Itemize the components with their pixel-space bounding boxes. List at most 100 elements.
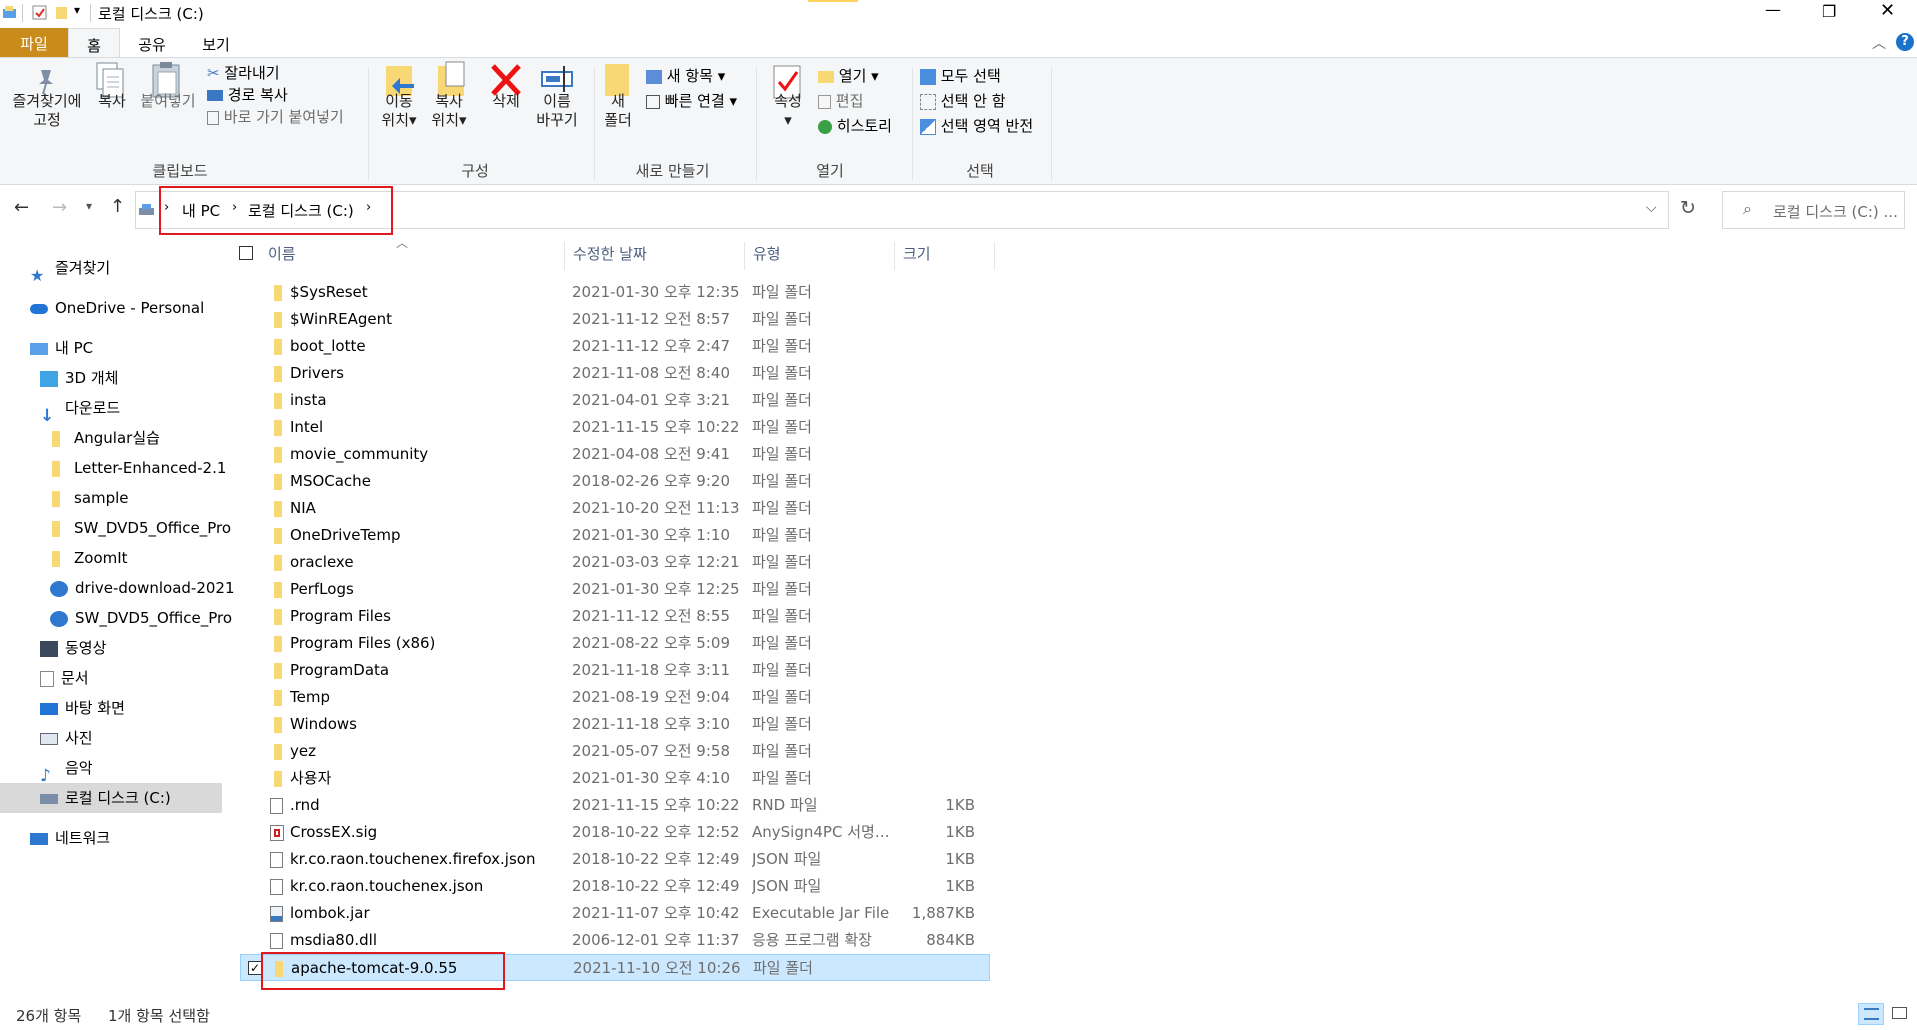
column-header-date[interactable]: 수정한 날짜 <box>565 242 745 270</box>
select-none-button[interactable]: 선택 안 함 <box>920 89 1033 114</box>
document-icon <box>40 670 54 687</box>
table-row[interactable]: kr.co.raon.touchenex.json 2018-10-22 오후 1… <box>240 873 990 900</box>
new-folder-quick-icon[interactable] <box>55 5 69 21</box>
table-row[interactable]: Temp 2021-08-19 오전 9:04 파일 폴더 <box>240 684 990 711</box>
search-input[interactable]: ⌕ 로컬 디스크 (C:) ... <box>1722 191 1905 229</box>
table-row[interactable]: msdia80.dll 2006-12-01 오후 11:37 응용 프로그램 확장… <box>240 927 990 954</box>
nav-item-sw-dvd5-2[interactable]: SW_DVD5_Office_Pro <box>50 603 232 633</box>
row-checkbox[interactable]: ✓ <box>248 961 262 975</box>
back-arrow-icon[interactable]: ← <box>14 197 29 218</box>
nav-item-documents[interactable]: 문서 <box>40 663 89 693</box>
table-row[interactable]: $SysReset 2021-01-30 오후 12:35 파일 폴더 <box>240 279 990 306</box>
history-button[interactable]: 히스토리 <box>818 114 892 139</box>
paste-shortcut-button[interactable]: 바로 가기 붙여넣기 <box>207 106 344 128</box>
table-row[interactable]: Program Files (x86) 2021-08-22 오후 5:09 파일 … <box>240 630 990 657</box>
nav-item-downloads[interactable]: ↓ 다운로드 <box>40 393 120 426</box>
select-all-checkbox[interactable] <box>239 246 253 260</box>
column-header-type[interactable]: 유형 <box>745 242 895 270</box>
new-folder-button[interactable]: 새 폴더 <box>598 92 638 130</box>
minimize-button[interactable]: — <box>1765 0 1781 19</box>
table-row[interactable]: OneDriveTemp 2021-01-30 오후 1:10 파일 폴더 <box>240 522 990 549</box>
copy-to-button[interactable]: 복사 위치▾ <box>426 92 472 130</box>
move-to-button[interactable]: 이동 위치▾ <box>376 92 422 130</box>
download-icon: ↓ <box>40 405 55 426</box>
easy-access-button[interactable]: 빠른 연결 ▾ <box>646 89 737 114</box>
help-icon[interactable]: ? <box>1896 33 1914 51</box>
cut-button[interactable]: ✂ 잘라내기 <box>207 62 344 84</box>
table-row[interactable]: oraclexe 2021-03-03 오후 12:21 파일 폴더 <box>240 549 990 576</box>
address-dropdown-icon[interactable]: ⌵ <box>1646 200 1657 216</box>
file-type: 파일 폴더 <box>752 553 812 571</box>
table-row[interactable]: PerfLogs 2021-01-30 오후 12:25 파일 폴더 <box>240 576 990 603</box>
table-row[interactable]: Program Files 2021-11-12 오전 8:55 파일 폴더 <box>240 603 990 630</box>
nav-item-onedrive[interactable]: OneDrive - Personal <box>30 293 204 323</box>
file-date: 2021-11-10 오전 10:26 <box>573 959 741 977</box>
tab-file[interactable]: 파일 <box>0 28 68 57</box>
table-row[interactable]: boot_lotte 2021-11-12 오후 2:47 파일 폴더 <box>240 333 990 360</box>
nav-item-network[interactable]: 네트워크 <box>30 823 110 853</box>
new-item-button[interactable]: 새 항목 ▾ <box>646 64 737 89</box>
table-row[interactable]: CrossEX.sig 2018-10-22 오후 12:52 AnySign4PC… <box>240 819 990 846</box>
paste-button[interactable]: 붙여넣기 <box>138 92 198 111</box>
nav-item-drive-download[interactable]: drive-download-2021 <box>50 573 235 603</box>
nav-item-sw-dvd5[interactable]: SW_DVD5_Office_Pro <box>52 513 231 543</box>
quick-access-dropdown-icon[interactable]: ▾ <box>74 3 80 17</box>
nav-item-videos[interactable]: 동영상 <box>40 633 106 663</box>
table-row[interactable]: Drivers 2021-11-08 오전 8:40 파일 폴더 <box>240 360 990 387</box>
nav-item-local-disk[interactable]: 로컬 디스크 (C:) <box>0 783 222 813</box>
table-row[interactable]: 사용자 2021-01-30 오후 4:10 파일 폴더 <box>240 765 990 792</box>
nav-item-pictures[interactable]: 사진 <box>40 723 93 753</box>
file-date: 2021-08-22 오후 5:09 <box>572 634 730 652</box>
column-header-size[interactable]: 크기 <box>895 242 995 270</box>
open-button[interactable]: 열기 ▾ <box>818 64 892 89</box>
properties-button[interactable]: 속성 ▾ <box>766 92 810 130</box>
close-button[interactable]: ✕ <box>1880 0 1895 21</box>
table-row[interactable]: MSOCache 2018-02-26 오후 9:20 파일 폴더 <box>240 468 990 495</box>
table-row[interactable]: Intel 2021-11-15 오후 10:22 파일 폴더 <box>240 414 990 441</box>
select-all-button[interactable]: 모두 선택 <box>920 64 1033 89</box>
up-arrow-icon[interactable]: ↑ <box>110 196 125 217</box>
table-row[interactable]: ProgramData 2021-11-18 오후 3:11 파일 폴더 <box>240 657 990 684</box>
folder-icon <box>274 771 282 787</box>
ribbon: 즐겨찾기에 고정 복사 붙여넣기 ✂ 잘라내기 경로 복사 바로 가기 붙여넣기… <box>0 57 1917 185</box>
tab-home[interactable]: 홈 <box>68 28 120 58</box>
copy-button[interactable]: 복사 <box>92 92 132 111</box>
table-row[interactable]: insta 2021-04-01 오후 3:21 파일 폴더 <box>240 387 990 414</box>
invert-selection-button[interactable]: 선택 영역 반전 <box>920 114 1033 139</box>
table-row[interactable]: kr.co.raon.touchenex.firefox.json 2018-10… <box>240 846 990 873</box>
table-row[interactable]: .rnd 2021-11-15 오후 10:22 RND 파일 1KB <box>240 792 990 819</box>
maximize-button[interactable]: ❐ <box>1822 2 1836 21</box>
table-row[interactable]: Windows 2021-11-18 오후 3:10 파일 폴더 <box>240 711 990 738</box>
recent-locations-chevron-icon[interactable]: ▾ <box>86 199 92 213</box>
tab-view[interactable]: 보기 <box>188 28 244 57</box>
nav-item-sample[interactable]: sample <box>52 483 129 513</box>
pin-to-quick-access-button[interactable]: 즐겨찾기에 고정 <box>6 92 88 130</box>
explorer-app-icon[interactable] <box>2 5 18 21</box>
nav-item-desktop[interactable]: 바탕 화면 <box>40 693 125 723</box>
ribbon-collapse-icon[interactable]: ︿ <box>1872 33 1886 53</box>
table-row[interactable]: NIA 2021-10-20 오전 11:13 파일 폴더 <box>240 495 990 522</box>
refresh-icon[interactable]: ↻ <box>1680 197 1696 219</box>
nav-item-quick-access[interactable]: ★ 즐겨찾기 <box>30 253 110 285</box>
column-header-name[interactable]: 이름 <box>260 242 565 270</box>
nav-item-3d-objects[interactable]: 3D 개체 <box>40 363 118 393</box>
copy-path-button[interactable]: 경로 복사 <box>207 84 344 106</box>
nav-item-music[interactable]: ♪ 음악 <box>40 753 93 786</box>
table-row[interactable]: $WinREAgent 2021-11-12 오전 8:57 파일 폴더 <box>240 306 990 333</box>
edit-button[interactable]: 편집 <box>818 89 892 114</box>
tab-share[interactable]: 공유 <box>124 28 180 57</box>
large-icons-view-button[interactable] <box>1890 1005 1910 1023</box>
table-row[interactable]: yez 2021-05-07 오전 9:58 파일 폴더 <box>240 738 990 765</box>
nav-item-zoomit[interactable]: ZoomIt <box>52 543 128 573</box>
nav-item-angular[interactable]: Angular실습 <box>52 423 160 453</box>
table-row[interactable]: lombok.jar 2021-11-07 오후 10:42 Executable … <box>240 900 990 927</box>
nav-item-letter-enhanced[interactable]: Letter-Enhanced-2.1 <box>52 453 226 483</box>
delete-button[interactable]: 삭제 <box>488 92 524 111</box>
forward-arrow-icon[interactable]: → <box>52 197 67 218</box>
nav-item-this-pc[interactable]: 내 PC <box>30 333 93 363</box>
details-view-button[interactable] <box>1858 1003 1884 1025</box>
file-type: 파일 폴더 <box>752 472 812 490</box>
properties-quick-icon[interactable] <box>32 5 48 21</box>
table-row[interactable]: movie_community 2021-04-08 오전 9:41 파일 폴더 <box>240 441 990 468</box>
rename-button[interactable]: 이름 바꾸기 <box>532 92 582 130</box>
